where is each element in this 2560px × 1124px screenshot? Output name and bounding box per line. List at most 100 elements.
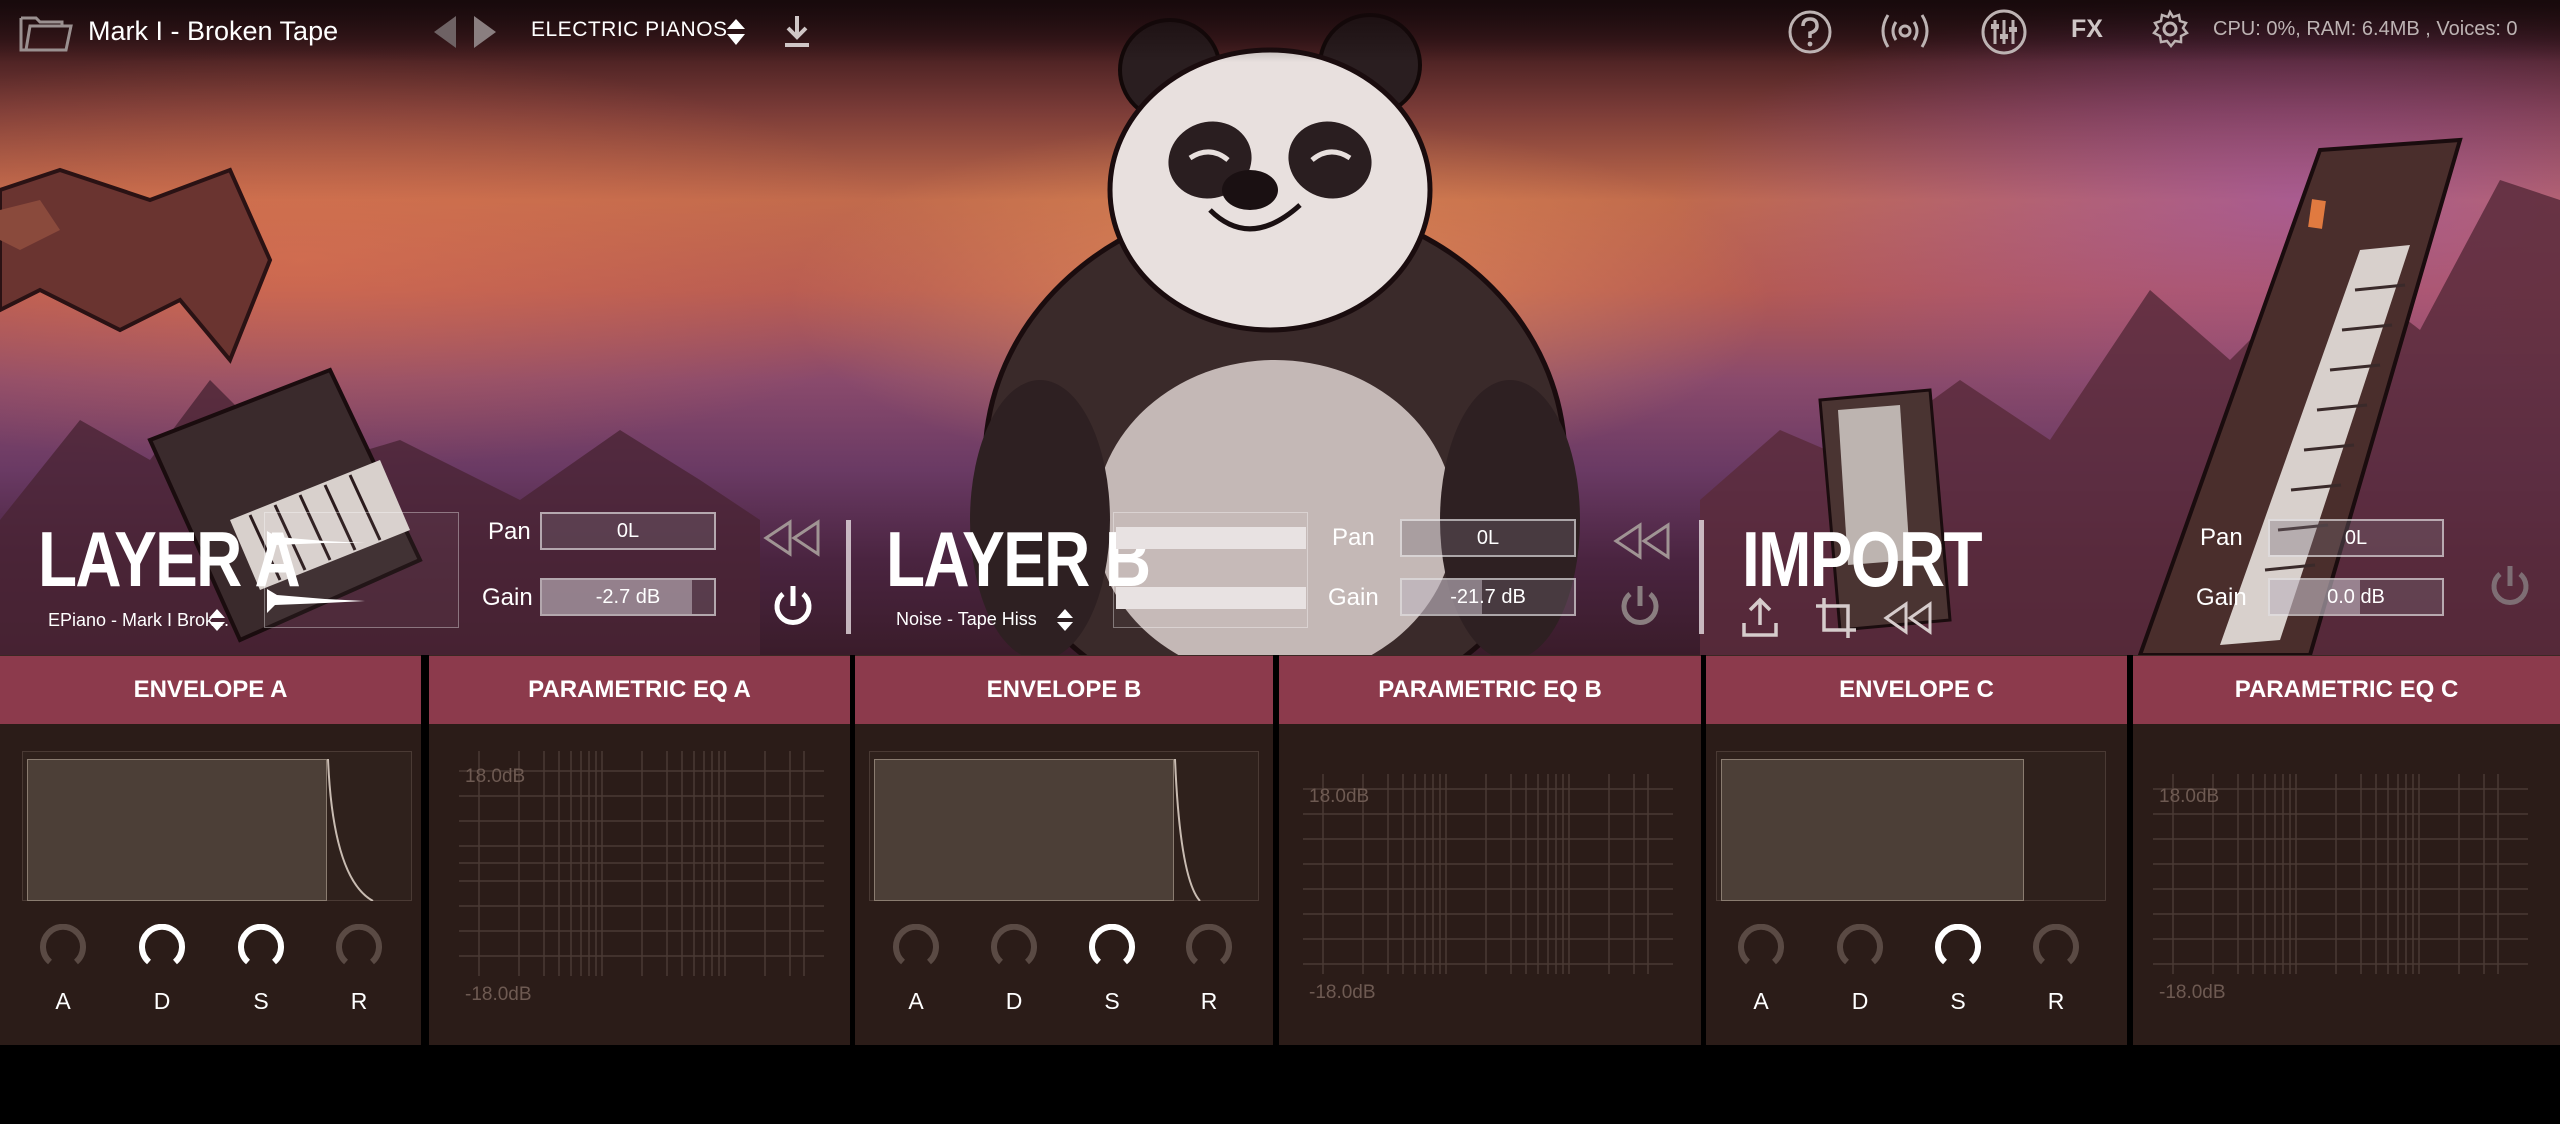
sustain-knob[interactable] xyxy=(236,924,286,974)
layer-b-gain-field[interactable]: -21.7 dB xyxy=(1400,578,1576,616)
import-gain-value: 0.0 dB xyxy=(2327,586,2385,608)
bank-name[interactable]: ELECTRIC PIANOS xyxy=(531,18,728,42)
parametric-eq-b-header[interactable]: PARAMETRIC EQ B xyxy=(1279,656,1701,724)
layer-a-pan-value: 0L xyxy=(616,520,640,542)
preset-name[interactable]: Mark I - Broken Tape xyxy=(88,16,338,47)
layer-a-sample-updown-icon[interactable] xyxy=(207,607,227,633)
layer-a-gain-value: -2.7 dB xyxy=(595,586,661,608)
top-bar: Mark I - Broken Tape ELECTRIC PIANOS FX … xyxy=(0,0,2560,62)
envelope-a-graph[interactable] xyxy=(22,751,412,901)
import-power-icon[interactable] xyxy=(2485,562,2535,612)
decay-knob[interactable] xyxy=(1835,924,1885,974)
upload-icon[interactable] xyxy=(1740,595,1780,639)
layer-b-power-icon[interactable] xyxy=(1615,582,1665,632)
layer-a-gain-label: Gain xyxy=(482,584,533,611)
eq-c-bottom-label: -18.0dB xyxy=(2159,982,2226,1003)
layer-b-pan-field[interactable]: 0L xyxy=(1400,519,1576,557)
layer-b-waveform xyxy=(1113,512,1308,628)
sustain-knob[interactable] xyxy=(1087,924,1137,974)
bottom-bar xyxy=(0,1055,2560,1124)
envelope-b-panel: ENVELOPE B A D S R xyxy=(855,655,1273,1045)
next-arrow-icon[interactable] xyxy=(470,14,500,50)
bank-updown-icon[interactable] xyxy=(725,17,747,47)
import-gain-field[interactable]: 0.0 dB xyxy=(2268,578,2444,616)
envelope-b-release-curve xyxy=(1174,759,1201,901)
layer-b-reverse-icon[interactable] xyxy=(1612,521,1672,561)
layer-a-pan-label: Pan xyxy=(488,518,531,545)
envelope-b-header[interactable]: ENVELOPE B xyxy=(855,656,1273,724)
eq-a-bottom-label: -18.0dB xyxy=(465,984,532,1005)
layer-b-gain-value: -21.7 dB xyxy=(1450,586,1526,608)
sustain-knob[interactable] xyxy=(1933,924,1983,974)
layer-a-reverse-icon[interactable] xyxy=(762,518,822,558)
layer-a-waveform-graphic xyxy=(267,531,365,613)
layer-a-sample-name[interactable]: EPiano - Mark I Brok... xyxy=(48,610,229,631)
import-reverse-icon[interactable] xyxy=(1882,601,1934,635)
layer-b-gain-label: Gain xyxy=(1328,584,1379,611)
crop-icon[interactable] xyxy=(1814,596,1858,640)
release-knob[interactable] xyxy=(334,924,384,974)
envelope-c-header[interactable]: ENVELOPE C xyxy=(1706,656,2127,724)
fx-icon[interactable]: FX xyxy=(2071,15,2103,44)
help-icon[interactable] xyxy=(1787,9,1833,55)
gear-icon[interactable] xyxy=(2150,9,2190,49)
import-pan-field[interactable]: 0L xyxy=(2268,519,2444,557)
layer-b-sample-name[interactable]: Noise - Tape Hiss xyxy=(896,609,1037,630)
sustain-label: S xyxy=(253,988,269,1014)
layer-b-waveform-graphic xyxy=(1116,527,1306,609)
attack-label: A xyxy=(908,988,924,1014)
release-label: R xyxy=(1200,988,1218,1014)
release-label: R xyxy=(350,988,368,1014)
sustain-label: S xyxy=(1950,988,1966,1014)
attack-label: A xyxy=(55,988,71,1014)
decay-knob[interactable] xyxy=(989,924,1039,974)
decay-label: D xyxy=(153,988,171,1014)
layer-a-gain-field[interactable]: -2.7 dB xyxy=(540,578,716,616)
decay-knob[interactable] xyxy=(137,924,187,974)
divider xyxy=(1699,520,1704,634)
decay-label: D xyxy=(1005,988,1023,1014)
decay-label: D xyxy=(1851,988,1869,1014)
envelope-a-shape xyxy=(27,759,327,901)
envelope-c-panel: ENVELOPE C A D S R xyxy=(1706,655,2127,1045)
layer-a-power-icon[interactable] xyxy=(768,582,818,632)
attack-label: A xyxy=(1753,988,1769,1014)
divider xyxy=(846,520,851,634)
envelope-a-header[interactable]: ENVELOPE A xyxy=(0,656,421,724)
import-gain-label: Gain xyxy=(2196,584,2247,611)
parametric-eq-c-header[interactable]: PARAMETRIC EQ C xyxy=(2133,656,2560,724)
release-label: R xyxy=(2047,988,2065,1014)
cpu-ram-stats: CPU: 0%, RAM: 6.4MB , Voices: 0 xyxy=(2213,18,2518,40)
envelope-b-graph[interactable] xyxy=(869,751,1259,901)
download-icon[interactable] xyxy=(782,14,812,48)
attack-knob[interactable] xyxy=(891,924,941,974)
sustain-label: S xyxy=(1104,988,1120,1014)
layer-a-waveform xyxy=(264,512,459,628)
envelope-b-shape xyxy=(874,759,1174,901)
parametric-eq-a-panel: PARAMETRIC EQ A 18.0dB -18.0dB xyxy=(429,655,850,1045)
eq-b-bottom-label: -18.0dB xyxy=(1309,982,1376,1003)
broadcast-icon[interactable] xyxy=(1876,10,1934,52)
import-pan-label: Pan xyxy=(2200,524,2243,551)
attack-knob[interactable] xyxy=(1736,924,1786,974)
layer-b-pan-value: 0L xyxy=(1476,527,1500,549)
parametric-eq-a-header[interactable]: PARAMETRIC EQ A xyxy=(429,656,850,724)
parametric-eq-c-panel: PARAMETRIC EQ C 18.0dB -18.0dB xyxy=(2133,655,2560,1045)
parametric-eq-b-panel: PARAMETRIC EQ B 18.0dB -18.0dB xyxy=(1279,655,1701,1045)
eq-c-top-label: 18.0dB xyxy=(2159,786,2220,807)
eq-b-top-label: 18.0dB xyxy=(1309,786,1370,807)
mixer-icon[interactable] xyxy=(1980,8,2028,56)
eq-a-top-label: 18.0dB xyxy=(465,766,526,787)
release-knob[interactable] xyxy=(1184,924,1234,974)
folder-icon[interactable] xyxy=(18,10,74,54)
layer-b-sample-updown-icon[interactable] xyxy=(1055,607,1075,633)
prev-arrow-icon[interactable] xyxy=(430,14,460,50)
layer-a-title: LAYER A xyxy=(38,515,301,603)
envelope-c-graph[interactable] xyxy=(1716,751,2106,901)
layer-b-title: LAYER B xyxy=(886,515,1151,603)
layer-a-pan-field[interactable]: 0L xyxy=(540,512,716,550)
release-knob[interactable] xyxy=(2031,924,2081,974)
attack-knob[interactable] xyxy=(38,924,88,974)
envelope-a-panel: ENVELOPE A A D S R xyxy=(0,655,421,1045)
import-pan-value: 0L xyxy=(2344,527,2368,549)
